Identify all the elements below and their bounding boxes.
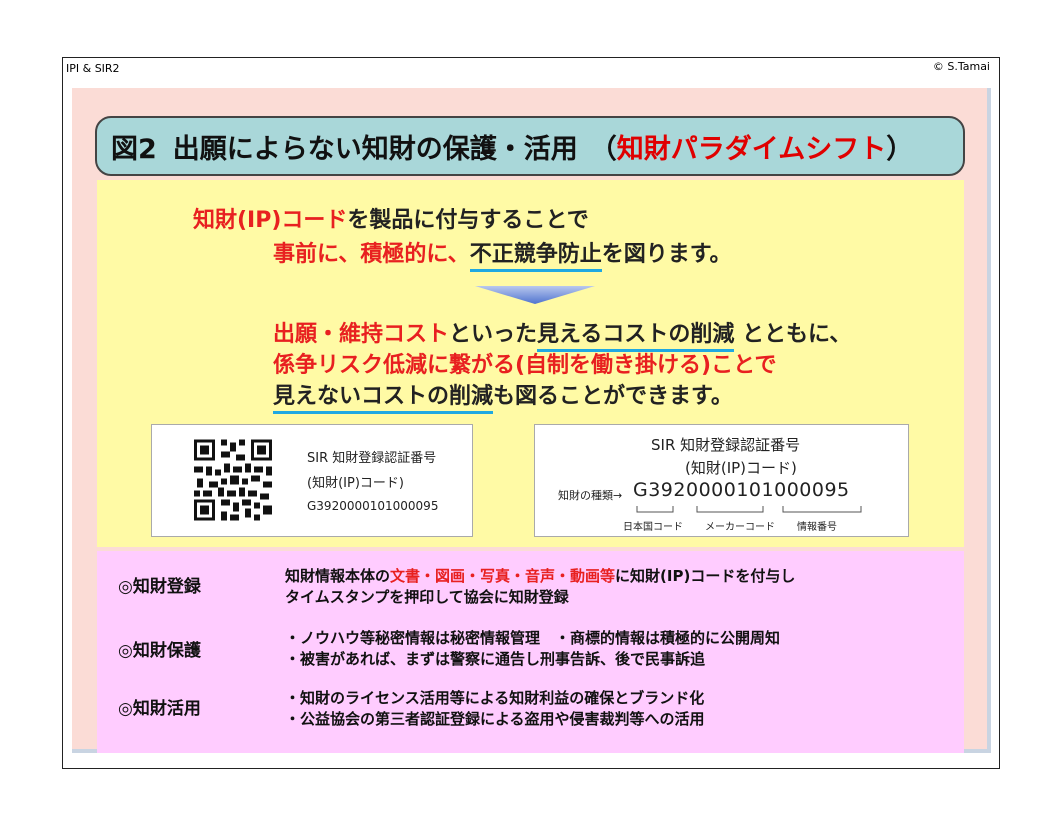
- title-paren-open: （: [589, 133, 617, 165]
- item-label-registration: ◎知財登録: [118, 577, 201, 597]
- item-desc-protection: ・ノウハウ等秘密情報は秘密情報管理 ・商標的情報は積極的に公開周知 ・被害があれ…: [285, 629, 781, 668]
- card2-part-maker: メーカーコード: [705, 522, 775, 533]
- middle-line-3: 見えないコストの削減も図ることができます。: [273, 378, 733, 414]
- item-label-protection: ◎知財保護: [118, 641, 201, 661]
- item-label-utilization: ◎知財活用: [118, 699, 201, 719]
- slide-title: 図2 出願によらない知財の保護・活用 （ 知財パラダイムシフト ）: [95, 116, 965, 176]
- down-arrow-icon: [475, 286, 595, 304]
- title-paren-close: ）: [886, 133, 914, 165]
- ip-code-card-breakdown: SIR 知財登録認証番号 (知財(IP)コード) 知財の種類→ G3920000…: [534, 424, 909, 537]
- card2-part-country: 日本国コード: [623, 522, 683, 533]
- item-desc-registration: 知財情報本体の文書・図画・写真・音声・動画等に知財(IP)コードを付与し タイム…: [285, 567, 796, 606]
- card2-code: G3920000101000095: [633, 479, 850, 501]
- title-main: 出願によらない知財の保護・活用: [172, 133, 578, 165]
- card2-kind-label: 知財の種類→: [558, 489, 623, 502]
- item-desc-utilization: ・知財のライセンス活用等による知財利益の確保とブランド化 ・公益協会の第三者認証…: [285, 689, 705, 728]
- card1-subtitle: (知財(IP)コード): [307, 476, 404, 491]
- header-right: © S.Tamai: [932, 60, 990, 73]
- underlined-phrase: 不正競争防止: [469, 242, 602, 272]
- ip-code-card-qr: SIR 知財登録認証番号 (知財(IP)コード) G39200001010000…: [151, 424, 473, 537]
- card2-title: SIR 知財登録認証番号: [651, 436, 801, 454]
- middle-line-1: 出願・維持コストといった見えるコストの削減 とともに、: [273, 316, 851, 352]
- card1-title: SIR 知財登録認証番号: [307, 451, 437, 466]
- qr-code-icon: [194, 439, 272, 521]
- title-highlight: 知財パラダイムシフト: [616, 133, 887, 165]
- top-line-2: 事前に、積極的に、不正競争防止を図ります。: [273, 236, 732, 272]
- card2-subtitle: (知財(IP)コード): [685, 459, 797, 477]
- card2-part-info: 情報番号: [797, 522, 837, 533]
- card1-code: G3920000101000095: [307, 499, 439, 513]
- header-left: IPI & SIR2: [66, 62, 120, 75]
- middle-line-2: 係争リスク低減に繋がる(自制を働き掛ける)ことで: [273, 353, 777, 378]
- title-figure-number: 図2: [111, 133, 157, 165]
- underlined-phrase: 見えないコストの削減: [273, 384, 494, 414]
- code-segment-brackets: [636, 506, 862, 513]
- top-line-1: 知財(IP)コードを製品に付与することで: [193, 208, 589, 233]
